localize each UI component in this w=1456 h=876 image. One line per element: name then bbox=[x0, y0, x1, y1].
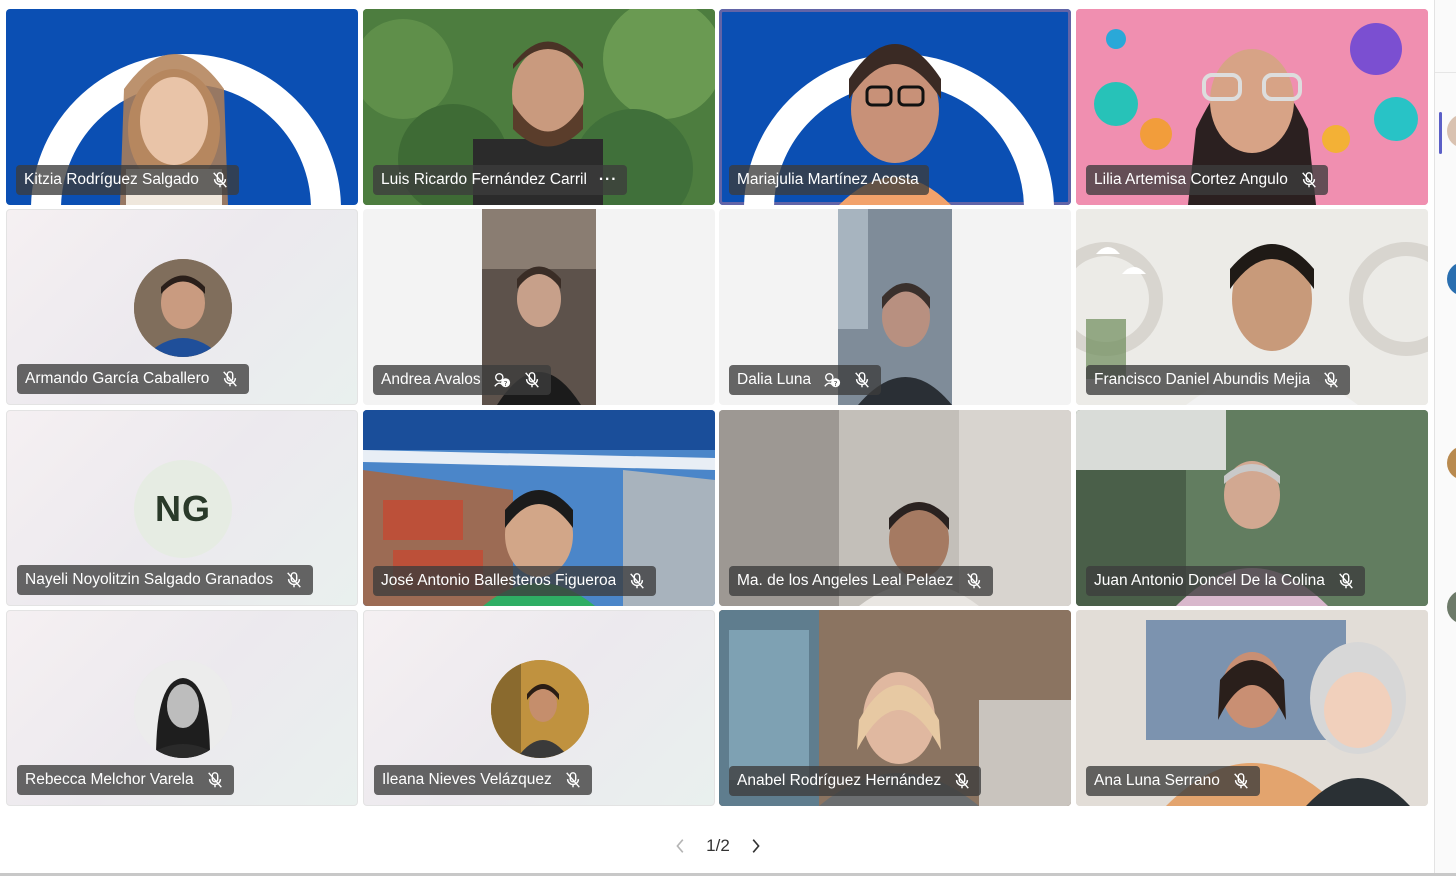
chevron-right-icon bbox=[752, 839, 760, 853]
participant-tile[interactable]: Luis Ricardo Fernández Carril ··· bbox=[363, 9, 715, 205]
participant-tile[interactable]: Juan Antonio Doncel De la Colina bbox=[1076, 410, 1428, 606]
mic-off-icon bbox=[1232, 772, 1250, 790]
participant-name: Francisco Daniel Abundis Mejia bbox=[1094, 371, 1311, 388]
selected-indicator bbox=[1439, 112, 1442, 154]
participant-tile[interactable]: Armando García Caballero bbox=[6, 209, 358, 405]
participant-avatar bbox=[134, 660, 232, 758]
participant-tile[interactable]: Rebecca Melchor Varela bbox=[6, 610, 358, 806]
participant-tile[interactable]: Lilia Artemisa Cortez Angulo bbox=[1076, 9, 1428, 205]
participant-name: Ileana Nieves Velázquez bbox=[382, 771, 552, 788]
participant-name-bar: Mariajulia Martínez Acosta bbox=[729, 165, 929, 195]
mic-off-icon bbox=[953, 772, 971, 790]
participant-name: Nayeli Noyolitzin Salgado Granados bbox=[25, 571, 274, 588]
participant-tile[interactable]: Dalia Luna ? bbox=[719, 209, 1071, 405]
participant-name-bar: Ana Luna Serrano bbox=[1086, 766, 1260, 796]
mic-off-icon bbox=[1337, 572, 1355, 590]
participant-tile[interactable]: Anabel Rodríguez Hernández bbox=[719, 610, 1071, 806]
side-panel-edge bbox=[1434, 0, 1456, 876]
svg-text:?: ? bbox=[503, 379, 507, 388]
participant-name: Juan Antonio Doncel De la Colina bbox=[1094, 572, 1325, 589]
participant-name: Mariajulia Martínez Acosta bbox=[737, 171, 919, 188]
participant-name: José Antonio Ballesteros Figueroa bbox=[381, 572, 617, 589]
participant-name-bar: Juan Antonio Doncel De la Colina bbox=[1086, 566, 1365, 596]
participant-name: Lilia Artemisa Cortez Angulo bbox=[1094, 171, 1288, 188]
divider bbox=[1435, 72, 1456, 73]
mic-off-icon bbox=[628, 572, 646, 590]
page-indicator: 1/2 bbox=[706, 836, 730, 855]
mic-off-icon bbox=[221, 370, 239, 388]
participant-tile[interactable]: NG Nayeli Noyolitzin Salgado Granados bbox=[6, 410, 358, 606]
participant-name-bar: Francisco Daniel Abundis Mejia bbox=[1086, 365, 1351, 395]
participant-name: Dalia Luna bbox=[737, 371, 812, 388]
participant-name: Kitzia Rodríguez Salgado bbox=[24, 171, 199, 188]
avatar[interactable] bbox=[1447, 446, 1456, 480]
participant-name-bar: Ma. de los Angeles Leal Pelaez bbox=[729, 566, 994, 596]
participant-avatar bbox=[134, 259, 232, 357]
more-options-button[interactable]: ··· bbox=[599, 171, 618, 189]
participant-name-bar: Rebecca Melchor Varela bbox=[17, 765, 234, 795]
gallery-pagination: 1/2 bbox=[672, 832, 764, 860]
participant-name-bar: Ileana Nieves Velázquez bbox=[374, 765, 592, 795]
participant-name-bar: Dalia Luna ? bbox=[729, 365, 882, 395]
participant-name: Andrea Avalos bbox=[381, 371, 481, 388]
mic-off-icon bbox=[1322, 371, 1340, 389]
participant-name-bar: Anabel Rodríguez Hernández bbox=[729, 766, 982, 796]
mic-off-icon bbox=[853, 371, 871, 389]
mic-off-icon bbox=[1300, 171, 1318, 189]
participant-name: Ana Luna Serrano bbox=[1094, 772, 1220, 789]
participant-name-bar: Nayeli Noyolitzin Salgado Granados bbox=[17, 565, 314, 595]
avatar[interactable] bbox=[1447, 262, 1456, 296]
mic-off-icon bbox=[211, 171, 229, 189]
participant-tile[interactable]: Francisco Daniel Abundis Mejia bbox=[1076, 209, 1428, 405]
participant-name-bar: Kitzia Rodríguez Salgado bbox=[16, 165, 239, 195]
participant-name-bar: Lilia Artemisa Cortez Angulo bbox=[1086, 165, 1328, 195]
mic-off-icon bbox=[206, 771, 224, 789]
participant-tile[interactable]: Ma. de los Angeles Leal Pelaez bbox=[719, 410, 1071, 606]
help-badge-icon: ? bbox=[823, 371, 841, 389]
mic-off-icon bbox=[285, 571, 303, 589]
participant-name: Rebecca Melchor Varela bbox=[25, 771, 194, 788]
svg-text:?: ? bbox=[834, 379, 838, 388]
mic-off-icon bbox=[523, 371, 541, 389]
mic-off-icon bbox=[564, 771, 582, 789]
participant-tile[interactable]: Ileana Nieves Velázquez bbox=[363, 610, 715, 806]
chevron-left-icon bbox=[676, 839, 684, 853]
video-stage: Kitzia Rodríguez Salgado Luis Ricardo Fe… bbox=[0, 0, 1434, 876]
participant-name-bar: Luis Ricardo Fernández Carril ··· bbox=[373, 165, 628, 195]
participant-name-bar: José Antonio Ballesteros Figueroa bbox=[373, 566, 657, 596]
participant-tile-speaking[interactable]: Mariajulia Martínez Acosta bbox=[719, 9, 1071, 205]
participant-name: Armando García Caballero bbox=[25, 370, 210, 387]
participant-tile[interactable]: Kitzia Rodríguez Salgado bbox=[6, 9, 358, 205]
participant-tile[interactable]: José Antonio Ballesteros Figueroa bbox=[363, 410, 715, 606]
previous-page-button[interactable] bbox=[672, 837, 690, 855]
participant-avatar bbox=[491, 660, 589, 758]
participant-name: Anabel Rodríguez Hernández bbox=[737, 772, 942, 789]
participant-name-bar: Armando García Caballero bbox=[17, 364, 250, 394]
participant-name: Luis Ricardo Fernández Carril bbox=[381, 171, 587, 188]
avatar[interactable] bbox=[1447, 590, 1456, 624]
mic-off-icon bbox=[965, 572, 983, 590]
help-badge-icon: ? bbox=[493, 371, 511, 389]
participant-name-bar: Andrea Avalos ? bbox=[373, 365, 551, 395]
participant-tile[interactable]: Andrea Avalos ? bbox=[363, 209, 715, 405]
participant-tile[interactable]: Ana Luna Serrano bbox=[1076, 610, 1428, 806]
next-page-button[interactable] bbox=[746, 837, 764, 855]
participant-initials-avatar: NG bbox=[134, 460, 232, 558]
avatar[interactable] bbox=[1447, 114, 1456, 148]
participant-name: Ma. de los Angeles Leal Pelaez bbox=[737, 572, 954, 589]
